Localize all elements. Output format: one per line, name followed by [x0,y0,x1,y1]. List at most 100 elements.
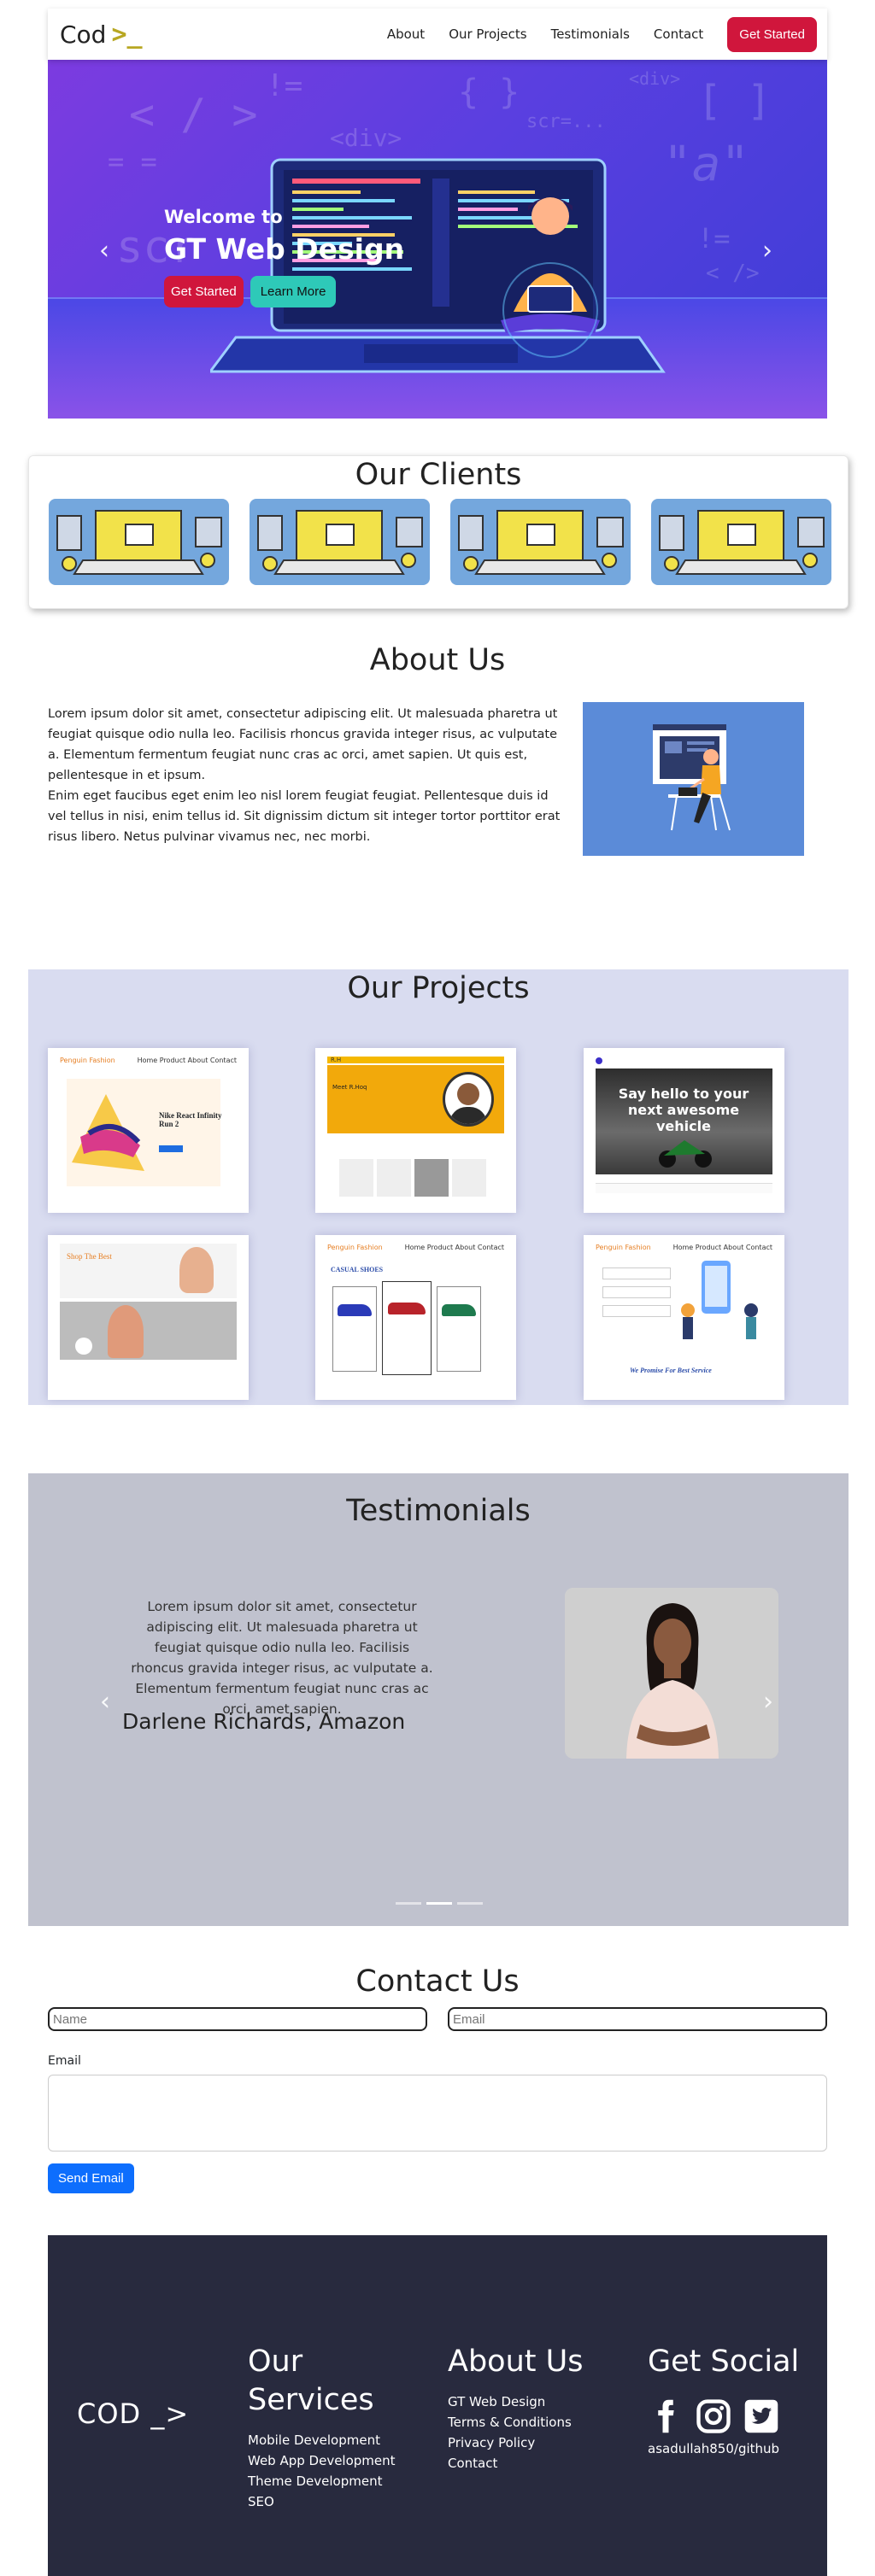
twitter-icon[interactable] [743,2398,779,2434]
client-illustration [659,510,825,575]
footer-services-title: Our Services [248,2345,374,2417]
project-card[interactable]: R.H Meet R.Hoq [315,1048,516,1213]
nav-link-testimonials[interactable]: Testimonials [551,26,630,42]
instagram-icon[interactable] [696,2398,731,2434]
project-headline: Say hello to your next awesome vehicle [618,1086,749,1134]
project-brand: R.H [327,1057,504,1063]
contact-title: Contact Us [355,1964,520,1999]
client-card [450,499,631,585]
clients-title: Our Clients [355,458,522,492]
testimonials-section: Testimonials Lorem ipsum dolor sit amet,… [28,1473,849,1926]
code-glyph-decoration: < / > [129,90,258,139]
project-headline: We Promise For Best Service [630,1367,712,1374]
code-glyph-decoration: = = [108,145,157,178]
client-illustration [257,510,423,575]
about-paragraph: Lorem ipsum dolor sit amet, consectetur … [48,707,558,782]
testimonial-prev-icon[interactable]: ‹ [100,1687,110,1717]
message-textarea[interactable] [48,2075,827,2152]
about-title: About Us [369,643,506,677]
carousel-prev-icon[interactable]: ‹ [99,236,109,266]
nav-get-started-button[interactable]: Get Started [727,16,817,52]
footer-social-column: Get Social asadullah850/github [648,2343,799,2456]
code-glyph-decoration: != [266,68,303,103]
about-paragraph: Enim eget faucibus eget enim leo nisl lo… [48,789,561,844]
client-illustration [56,510,222,575]
project-card[interactable]: Say hello to your next awesome vehicle [584,1048,784,1213]
project-headline: Shop The Best [67,1252,112,1261]
code-glyph-decoration: <div> [330,124,402,152]
facebook-icon[interactable] [648,2398,684,2434]
project-headline: CASUAL SHOES [331,1266,384,1273]
project-headline: Meet R.Hoq [332,1084,367,1091]
email-input[interactable] [448,2007,827,2031]
client-card [49,499,229,585]
hero-welcome: Welcome to [164,207,283,227]
testimonials-title: Testimonials [346,1494,531,1528]
footer-about-title: About Us [448,2345,584,2379]
footer-about-column: About Us GT Web Design Terms & Condition… [448,2343,583,2474]
testimonial-quote: Lorem ipsum dolor sit amet, consectetur … [131,1599,433,1717]
footer-service-link[interactable]: Theme Development [248,2471,396,2491]
footer-social-title: Get Social [648,2345,800,2379]
nav-link-contact[interactable]: Contact [654,26,703,42]
brand-mark: >_ [111,19,143,50]
nav-links: About Our Projects Testimonials Contact … [387,16,817,52]
brand-text: Cod [60,20,107,49]
project-card[interactable]: Shop The Best [48,1235,249,1400]
project-card[interactable]: Penguin Fashion Home Product About Contac… [48,1048,249,1213]
footer-service-link[interactable]: SEO [248,2491,396,2512]
hero-get-started-button[interactable]: Get Started [164,276,244,307]
project-brand: Penguin Fashion [327,1244,383,1251]
nav-link-about[interactable]: About [387,26,425,42]
footer-about-link[interactable]: GT Web Design [448,2392,583,2412]
navbar: Cod >_ About Our Projects Testimonials C… [48,9,827,60]
code-glyph-decoration: <div> [629,68,681,89]
footer-service-link[interactable]: Web App Development [248,2450,396,2471]
client-illustration [458,510,624,575]
email-label: Email [48,2054,81,2068]
footer-about-link[interactable]: Privacy Policy [448,2433,583,2453]
footer-service-link[interactable]: Mobile Development [248,2430,396,2450]
hero-buttons: Get Started Learn More [164,276,404,307]
project-card[interactable]: Penguin Fashion Home Product About Contac… [584,1235,784,1400]
nav-link-projects[interactable]: Our Projects [449,26,526,42]
footer: COD _> Our Services Mobile Development W… [48,2235,827,2576]
social-icons [648,2398,799,2434]
project-card[interactable]: Penguin Fashion Home Product About Contac… [315,1235,516,1400]
hero-learn-more-button[interactable]: Learn More [250,276,337,307]
code-glyph-decoration: { } [458,73,520,112]
code-glyph-decoration: [ ] [697,77,772,125]
carousel-indicators [396,1902,483,1905]
about-illustration [583,702,804,856]
testimonial-next-icon[interactable]: › [763,1687,773,1717]
carousel-indicator[interactable] [396,1902,421,1905]
code-glyph-decoration: scr=... [526,111,606,132]
footer-about-link[interactable]: Terms & Conditions [448,2412,583,2433]
project-brand: Penguin Fashion [596,1244,651,1251]
about-text: Lorem ipsum dolor sit amet, consectetur … [48,704,561,847]
footer-about-link[interactable]: Contact [448,2453,583,2474]
carousel-next-icon[interactable]: › [762,236,772,266]
testimonial-author: Darlene Richards, Amazon [122,1709,406,1734]
testimonial-photo [565,1588,778,1759]
project-preview [72,1094,144,1171]
hero-title: GT Web Design [164,232,405,266]
carousel-indicator-active[interactable] [426,1902,452,1905]
clients-section: Our Clients [28,455,849,609]
hero-carousel: < / > != { } scr=... <div> [ ] <div> = =… [48,60,827,419]
client-card [651,499,831,585]
project-headline: Nike React Infinity Run 2 [159,1111,222,1128]
project-preview [681,1261,758,1339]
hero-caption: Welcome to GT Web Design Get Started Lea… [164,207,404,307]
client-cards [49,499,831,585]
projects-section: Our Projects Penguin Fashion Home Product… [28,969,849,1405]
projects-title: Our Projects [347,971,530,1005]
github-handle[interactable]: asadullah850/github [648,2441,799,2456]
footer-logo: COD _> [77,2397,190,2430]
name-input[interactable] [48,2007,427,2031]
carousel-indicator[interactable] [457,1902,483,1905]
project-brand: Penguin Fashion [60,1057,115,1064]
send-email-button[interactable]: Send Email [48,2163,134,2193]
brand-logo[interactable]: Cod >_ [60,20,143,50]
project-preview [659,1140,712,1168]
